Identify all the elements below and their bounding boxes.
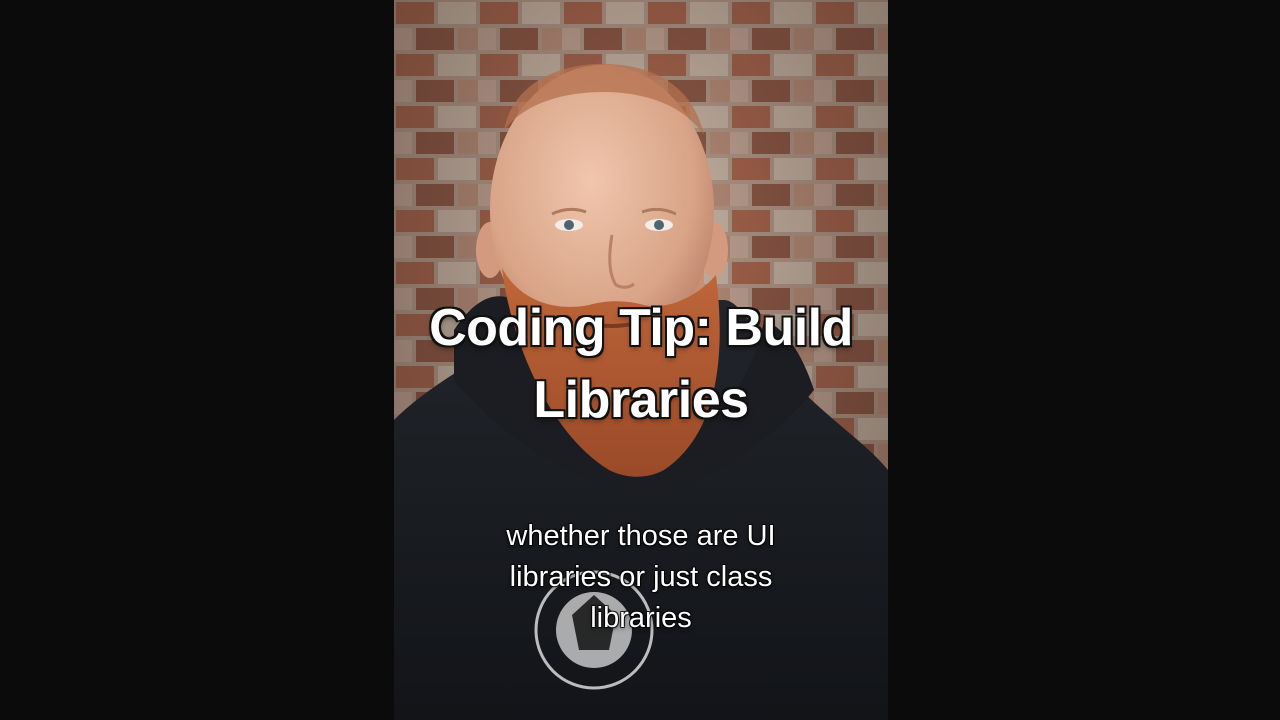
- title-caption-line-2: Libraries: [532, 370, 750, 430]
- subtitle-caption: whether those are UI libraries or just c…: [394, 516, 888, 639]
- letterbox-left: [0, 0, 394, 720]
- video-player[interactable]: Coding Tip: Build Libraries whether thos…: [0, 0, 1280, 720]
- letterbox-right: [888, 0, 1280, 720]
- video-frame[interactable]: Coding Tip: Build Libraries whether thos…: [394, 0, 888, 720]
- subtitle-caption-line-3: libraries: [590, 602, 692, 634]
- subtitle-caption-line-2: libraries or just class: [509, 561, 773, 593]
- title-caption: Coding Tip: Build Libraries: [394, 292, 888, 436]
- title-caption-line-1: Coding Tip: Build: [428, 298, 854, 358]
- subtitle-caption-line-1: whether those are UI: [506, 520, 776, 552]
